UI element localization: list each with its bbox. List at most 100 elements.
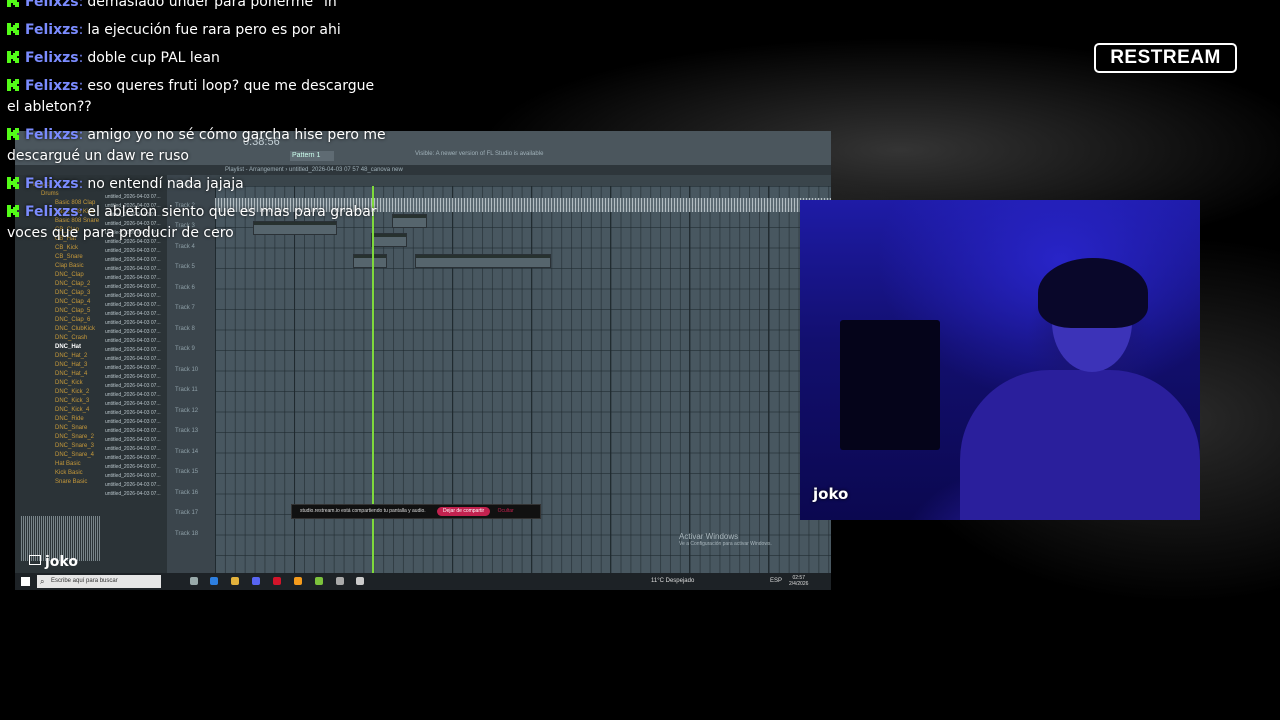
track-header[interactable]: Track 18 [167, 524, 215, 545]
file-item[interactable]: untitled_2026-04-03 07... [105, 418, 165, 427]
track-header[interactable]: Track 9 [167, 339, 215, 360]
track-header[interactable]: Track 14 [167, 442, 215, 463]
hide-banner-button[interactable]: Ocultar [498, 508, 514, 514]
browser-item[interactable]: DNC_Kick_2 [15, 388, 99, 397]
file-item[interactable]: untitled_2026-04-03 07... [105, 409, 165, 418]
file-item[interactable]: untitled_2026-04-03 07... [105, 436, 165, 445]
track-header[interactable]: Track 13 [167, 421, 215, 442]
person-body [960, 370, 1200, 520]
app-icon[interactable] [336, 577, 344, 585]
chat-username: Felixzs [25, 22, 79, 38]
track-header[interactable]: Track 15 [167, 462, 215, 483]
browser-item[interactable]: DNC_Kick_3 [15, 397, 99, 406]
app-icon[interactable] [356, 577, 364, 585]
audio-clip[interactable] [353, 254, 387, 268]
language-indicator[interactable]: ESP [770, 573, 782, 590]
track-header[interactable]: Track 17 [167, 503, 215, 524]
file-item[interactable]: untitled_2026-04-03 07... [105, 292, 165, 301]
windows-start-icon[interactable] [21, 577, 30, 586]
weather-widget[interactable]: 11°C Despejado [651, 573, 694, 590]
file-item[interactable]: untitled_2026-04-03 07... [105, 265, 165, 274]
file-item[interactable]: untitled_2026-04-03 07... [105, 283, 165, 292]
browser-item[interactable]: DNC_Hat_4 [15, 370, 99, 379]
chat-username: Felixzs [25, 50, 79, 66]
discord-icon[interactable] [252, 577, 260, 585]
track-header[interactable]: Track 5 [167, 257, 215, 278]
file-item[interactable]: untitled_2026-04-03 07... [105, 454, 165, 463]
track-header[interactable]: Track 11 [167, 380, 215, 401]
folder-icon[interactable] [231, 577, 239, 585]
file-item[interactable]: untitled_2026-04-03 07... [105, 319, 165, 328]
file-item[interactable]: untitled_2026-04-03 07... [105, 481, 165, 490]
browser-item[interactable]: DNC_Clap_3 [15, 289, 99, 298]
browser-item[interactable]: Hat Basic [15, 460, 99, 469]
browser-item[interactable]: Snare Basic [15, 478, 99, 487]
task-view-icon[interactable] [190, 577, 198, 585]
taskbar-clock[interactable]: 02:57 2/4/2026 [789, 575, 808, 587]
file-item[interactable]: untitled_2026-04-03 07... [105, 373, 165, 382]
chrome-icon[interactable] [210, 577, 218, 585]
file-item[interactable]: untitled_2026-04-03 07... [105, 445, 165, 454]
kick-icon [7, 0, 19, 7]
stop-sharing-button[interactable]: Dejar de compartir [437, 507, 491, 516]
webcam-feed [800, 200, 1200, 520]
taskbar-search-box[interactable]: Escribe aquí para buscar [37, 575, 161, 588]
browser-item[interactable]: DNC_ClubKick [15, 325, 99, 334]
track-header[interactable]: Track 7 [167, 298, 215, 319]
browser-item[interactable]: DNC_Clap_6 [15, 316, 99, 325]
browser-item[interactable]: DNC_Clap [15, 271, 99, 280]
file-item[interactable]: untitled_2026-04-03 07... [105, 301, 165, 310]
kick-icon [7, 79, 19, 91]
browser-item[interactable]: DNC_Crash [15, 334, 99, 343]
browser-item[interactable]: Clap Basic [15, 262, 99, 271]
browser-item[interactable]: DNC_Clap_4 [15, 298, 99, 307]
android-icon[interactable] [315, 577, 323, 585]
browser-item[interactable]: DNC_Clap_2 [15, 280, 99, 289]
file-item[interactable]: untitled_2026-04-03 07... [105, 400, 165, 409]
browser-item[interactable]: DNC_Snare_4 [15, 451, 99, 460]
chat-username: Felixzs [25, 204, 79, 220]
kick-icon [7, 205, 19, 217]
file-item[interactable]: untitled_2026-04-03 07... [105, 355, 165, 364]
track-header[interactable]: Track 12 [167, 401, 215, 422]
file-item[interactable]: untitled_2026-04-03 07... [105, 346, 165, 355]
chat-text: no entendí nada jajaja [87, 176, 244, 192]
browser-item[interactable]: DNC_Hat [15, 343, 99, 352]
browser-item[interactable]: DNC_Snare_2 [15, 433, 99, 442]
chat-text: la ejecución fue rara pero es por ahi [87, 22, 341, 38]
track-header[interactable]: Track 10 [167, 360, 215, 381]
activate-windows-watermark: Activar Windows Ve a Configuración para … [679, 532, 772, 547]
browser-item[interactable]: DNC_Kick_4 [15, 406, 99, 415]
fl-studio-icon[interactable] [294, 577, 302, 585]
track-header[interactable]: Track 6 [167, 278, 215, 299]
file-item[interactable]: untitled_2026-04-03 07... [105, 256, 165, 265]
track-header[interactable]: Track 16 [167, 483, 215, 504]
chat-text: doble cup PAL lean [87, 50, 220, 66]
browser-item[interactable]: DNC_Hat_2 [15, 352, 99, 361]
file-item[interactable]: untitled_2026-04-03 07... [105, 337, 165, 346]
audio-clip[interactable] [392, 214, 427, 228]
file-item[interactable]: untitled_2026-04-03 07... [105, 463, 165, 472]
audio-clip[interactable] [415, 254, 551, 268]
browser-item[interactable]: DNC_Snare_3 [15, 442, 99, 451]
update-notice: Visible: A newer version of FL Studio is… [415, 151, 544, 157]
file-item[interactable]: untitled_2026-04-03 07... [105, 382, 165, 391]
browser-item[interactable]: Kick Basic [15, 469, 99, 478]
file-item[interactable]: untitled_2026-04-03 07... [105, 328, 165, 337]
file-item[interactable]: untitled_2026-04-03 07... [105, 472, 165, 481]
browser-item[interactable]: CB_Snare [15, 253, 99, 262]
browser-item[interactable]: DNC_Kick [15, 379, 99, 388]
file-item[interactable]: untitled_2026-04-03 07... [105, 274, 165, 283]
browser-item[interactable]: DNC_Snare [15, 424, 99, 433]
browser-item[interactable]: DNC_Clap_5 [15, 307, 99, 316]
track-header[interactable]: Track 8 [167, 319, 215, 340]
file-item[interactable]: untitled_2026-04-03 07... [105, 310, 165, 319]
chat-separator: : [78, 78, 84, 94]
opera-icon[interactable] [273, 577, 281, 585]
file-item[interactable]: untitled_2026-04-03 07... [105, 364, 165, 373]
browser-item[interactable]: DNC_Hat_3 [15, 361, 99, 370]
browser-item[interactable]: DNC_Ride [15, 415, 99, 424]
file-item[interactable]: untitled_2026-04-03 07... [105, 427, 165, 436]
file-item[interactable]: untitled_2026-04-03 07... [105, 490, 165, 499]
file-item[interactable]: untitled_2026-04-03 07... [105, 391, 165, 400]
